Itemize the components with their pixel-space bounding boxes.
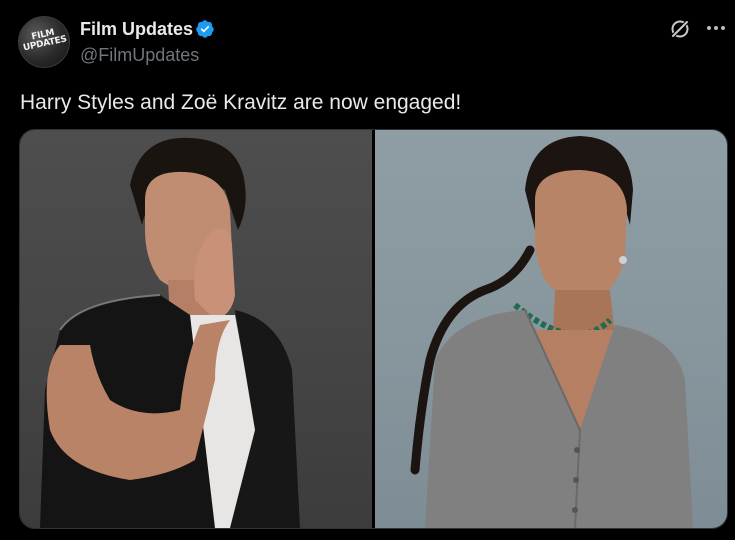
photo-left[interactable] [20, 130, 372, 528]
verified-badge-icon [196, 20, 214, 38]
more-options-button[interactable] [704, 16, 728, 40]
media-grid [19, 129, 728, 529]
avatar[interactable]: FILM UPDATES [18, 16, 70, 68]
tweet-text: Harry Styles and Zoë Kravitz are now eng… [20, 91, 462, 114]
display-name[interactable]: Film Updates [80, 18, 193, 40]
photo-right-illustration [410, 136, 693, 528]
avatar-logo: FILM UPDATES [22, 27, 68, 54]
grok-icon[interactable] [668, 17, 692, 41]
author-handle[interactable]: @FilmUpdates [80, 44, 199, 66]
photo-left-illustration [40, 137, 300, 528]
photo-right[interactable] [375, 130, 727, 528]
more-dots-icon [707, 26, 725, 30]
tweet[interactable]: FILM UPDATES Film Updates @FilmUpdates Ha… [0, 0, 735, 540]
